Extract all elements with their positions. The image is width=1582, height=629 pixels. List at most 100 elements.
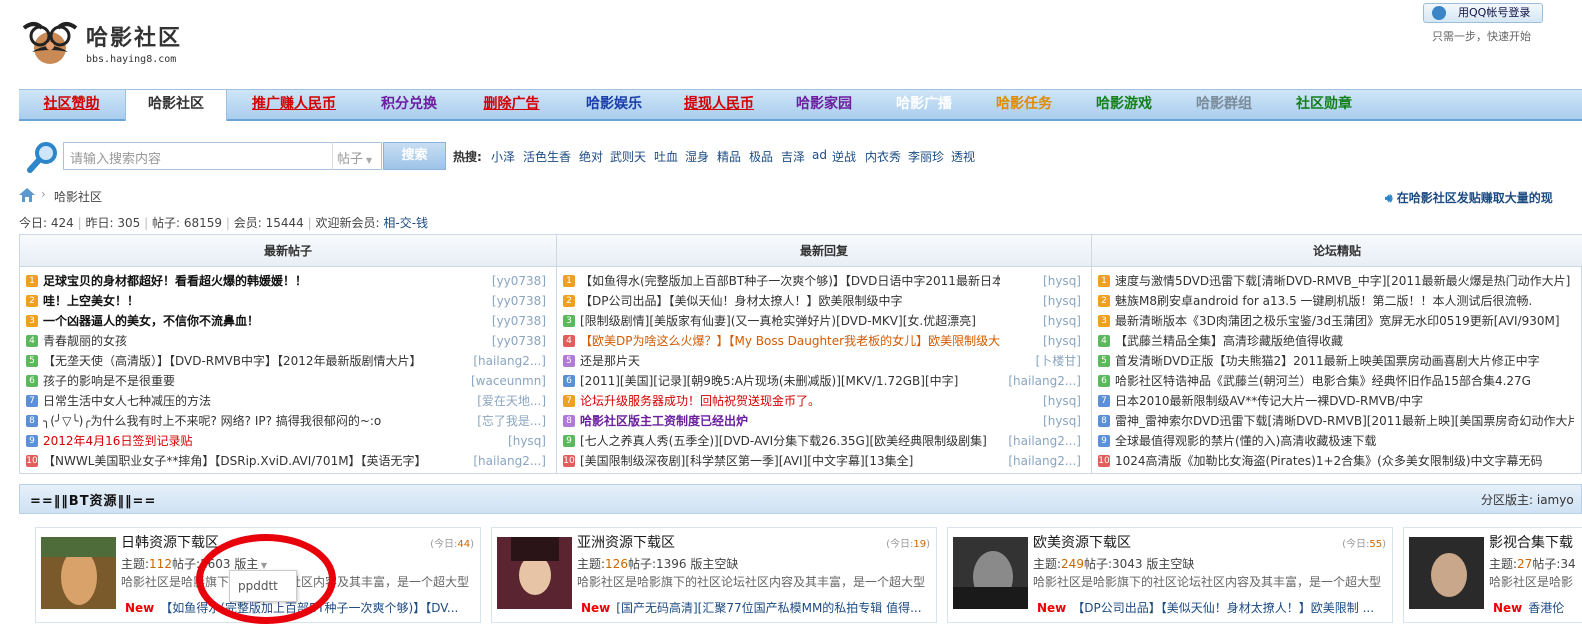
hot-search-link[interactable]: 小泽 (491, 148, 515, 165)
thread-title[interactable]: 最新清晰版本《3D肉蒲团之极乐宝鉴/3d玉蒲团》宽屏无水印0519更新[AVI/… (1115, 311, 1574, 331)
thread-title[interactable]: 日本2010最新限制级AV**传记大片一裸DVD-RMVB/中字 (1115, 391, 1574, 411)
thread-author[interactable]: [忘了我是...] (477, 411, 546, 431)
thread-title[interactable]: 全球最值得观影的禁片(懂的入)高清收藏极速下载 (1115, 431, 1574, 451)
nav-item-broadcast[interactable]: 哈影广播 (874, 90, 974, 120)
search-type-select[interactable]: 帖子 ▼ (332, 142, 382, 170)
hot-search-link[interactable]: 绝对 (579, 148, 603, 165)
forum-thumbnail[interactable] (41, 537, 116, 609)
qq-login-button[interactable]: 用QQ帐号登录 (1423, 3, 1543, 23)
thread-author[interactable]: [hysq] (508, 431, 546, 451)
thread-title[interactable]: 【欧美DP为啥这么火爆？】【My Boss Daughter我老板的女儿】欧美限… (580, 331, 1000, 351)
forum-name[interactable]: 影视合集下载 (1489, 532, 1573, 552)
thread-row[interactable]: 2 魅族M8刷安卓android for a13.5 一键刷机版！第二版！！本人测… (1098, 291, 1578, 311)
forum-latest-thread[interactable]: New 香港伦 (1493, 599, 1579, 616)
thread-row[interactable]: 7 日常生活中女人七种减压的方法 [爱在天地...] (26, 391, 550, 411)
hot-search-link[interactable]: 活色生香 (523, 148, 571, 165)
hot-search-link[interactable]: 逆战 (832, 148, 856, 165)
thread-row[interactable]: 9 2012年4月16日签到记录贴 [hysq] (26, 431, 550, 451)
site-logo[interactable]: 哈影社区 bbs.haying8.com (20, 14, 195, 70)
nav-item-home[interactable]: 哈影社区 (125, 89, 227, 121)
hot-search-link[interactable]: 吉泽 (781, 148, 805, 165)
thread-author[interactable]: [yy0738] (492, 271, 546, 291)
thread-row[interactable]: 8 ╮(╯▽╰)╭为什么我有时上不来呢? 网络? IP? 搞得我很郁闷的~:o [忘… (26, 411, 550, 431)
hot-search-link[interactable]: 精品 (717, 148, 741, 165)
thread-author[interactable]: [hysq] (1043, 291, 1081, 311)
hot-search-link[interactable]: 吐血 (654, 148, 678, 165)
thread-author[interactable]: [爱在天地...] (477, 391, 546, 411)
hot-search-link[interactable]: 透视 (951, 148, 975, 165)
nav-item-games[interactable]: 哈影游戏 (1074, 90, 1174, 120)
nav-item-points[interactable]: 积分兑换 (359, 90, 459, 120)
thread-title[interactable]: 【无垄天使（高清版）】【DVD-RMVB中字】【2012年最新版剧情大片】 (43, 351, 465, 371)
thread-title[interactable]: 首发清晰DVD正版【功夫熊猫2】2011最新上映美国票房动画喜剧大片修正中字 (1115, 351, 1574, 371)
thread-row[interactable]: 3 最新清晰版本《3D肉蒲团之极乐宝鉴/3d玉蒲团》宽屏无水印0519更新[AVI… (1098, 311, 1578, 331)
thread-author[interactable]: [卜楼甘] (1036, 351, 1081, 371)
search-input[interactable]: 请输入搜索内容 (63, 142, 333, 170)
thread-title[interactable]: 足球宝贝的身材都超好！看看超火爆的韩媛媛！！ (43, 271, 465, 291)
thread-author[interactable]: [hailang2...] (473, 451, 546, 471)
forum-latest-thread[interactable]: New [国产无码高清][汇聚77位国产私模MM的私拍专辑 值得... (581, 599, 931, 616)
thread-title[interactable]: 青春靓丽的女孩 (43, 331, 465, 351)
thread-row[interactable]: 6 哈影社区特诰神品《武藤兰(朝河兰）电影合集》经典怀旧作品15部合集4.27G (1098, 371, 1578, 391)
thread-title[interactable]: 孩子的影响是不是很重要 (43, 371, 465, 391)
thread-title[interactable]: ╮(╯▽╰)╭为什么我有时上不来呢? 网络? IP? 搞得我很郁闷的~:o (43, 411, 465, 431)
nav-item-medals[interactable]: 社区勋章 (1274, 90, 1374, 120)
thread-author[interactable]: [hailang2...] (473, 351, 546, 371)
thread-row[interactable]: 9 [七人之养真人秀(五季全)][DVD-AVI分集下载26.35G][欧美经典限… (563, 431, 1085, 451)
nav-item-promote[interactable]: 推广赚人民币 (229, 90, 359, 120)
hot-search-link[interactable]: 极品 (749, 148, 773, 165)
thread-row[interactable]: 2 哇！上空美女！！ [yy0738] (26, 291, 550, 311)
thread-row[interactable]: 1 足球宝贝的身材都超好！看看超火爆的韩媛媛！！ [yy0738] (26, 271, 550, 291)
thread-author[interactable]: [yy0738] (492, 311, 546, 331)
thread-title[interactable]: 魅族M8刷安卓android for a13.5 一键刷机版！第二版！！本人测试… (1115, 291, 1574, 311)
thread-row[interactable]: 7 日本2010最新限制级AV**传记大片一裸DVD-RMVB/中字 (1098, 391, 1578, 411)
forum-thumbnail[interactable] (1409, 537, 1484, 609)
thread-row[interactable]: 8 哈影社区版主工资制度已经出炉 [hysq] (563, 411, 1085, 431)
thread-row[interactable]: 1 速度与激情5DVD迅雷下载[清晰DVD-RMVB_中字][2011最新最火爆是… (1098, 271, 1578, 291)
thread-row[interactable]: 8 雷神_雷神索尔DVD迅雷下载[清晰DVD-RMVB][2011最新上映][美国… (1098, 411, 1578, 431)
thread-row[interactable]: 4 【武藤兰精品全集】高清珍藏版绝值得收藏 (1098, 331, 1578, 351)
forum-card[interactable]: 欧美资源下载区 (今日:55) 主题:249帖子:3043 版主空缺 哈影社区是… (947, 527, 1393, 623)
thread-title[interactable]: [2011][美国][记录][朝9晚5:A片现场(未删减版)][MKV/1.72… (580, 371, 1000, 391)
thread-row[interactable]: 1 【如鱼得水(完整版加上百部BT种子一次爽个够)】【DVD日语中字2011最新日… (563, 271, 1085, 291)
thread-title[interactable]: 速度与激情5DVD迅雷下载[清晰DVD-RMVB_中字][2011最新最火爆是热… (1115, 271, 1574, 291)
thread-title[interactable]: 还是那片天 (580, 351, 1000, 371)
thread-row[interactable]: 7 论坛升级服务器成功！回帖祝贺送现金币了。 [hysq] (563, 391, 1085, 411)
forum-thumbnail[interactable] (497, 537, 572, 609)
thread-author[interactable]: [hysq] (1043, 411, 1081, 431)
forum-thumbnail[interactable] (953, 537, 1028, 609)
thread-author[interactable]: [hysq] (1043, 391, 1081, 411)
thread-row[interactable]: 4 青春靓丽的女孩 [yy0738] (26, 331, 550, 351)
thread-row[interactable]: 5 【无垄天使（高清版）】【DVD-RMVB中字】【2012年最新版剧情大片】 [h… (26, 351, 550, 371)
new-member-link[interactable]: 相-交-钱 (383, 216, 428, 230)
thread-title[interactable]: 【如鱼得水(完整版加上百部BT种子一次爽个够)】【DVD日语中字2011最新日本… (580, 271, 1000, 291)
hot-search-link[interactable]: 武则天 (610, 148, 646, 165)
forum-name[interactable]: 欧美资源下载区 (1033, 532, 1131, 552)
forum-card[interactable]: 影视合集下载 主题:27帖子:34 哈影社区是哈影 New 香港伦 (1403, 527, 1582, 623)
forum-name[interactable]: 日韩资源下载区 (121, 532, 219, 552)
hot-search-link[interactable]: 湿身 (685, 148, 709, 165)
thread-author[interactable]: [hailang2...] (1008, 451, 1081, 471)
thread-author[interactable]: [hysq] (1043, 311, 1081, 331)
thread-title[interactable]: [限制级剧情][美版家有仙妻](又一真枪实弹好片)[DVD-MKV][女.优超漂… (580, 311, 1000, 331)
thread-title[interactable]: 论坛升级服务器成功！回帖祝贺送现金币了。 (580, 391, 1000, 411)
home-icon[interactable] (19, 188, 35, 202)
search-button[interactable]: 搜索 (383, 142, 446, 170)
thread-row[interactable]: 10 【NWWL美国职业女子**摔角】【DSRip.XviD.AVI/701M】【… (26, 451, 550, 471)
announcement[interactable]: 🔊︎ 在哈影社区发贴赚取大量的现 (1385, 189, 1553, 206)
thread-title[interactable]: 哈影社区特诰神品《武藤兰(朝河兰）电影合集》经典怀旧作品15部合集4.27G (1115, 371, 1574, 391)
thread-title[interactable]: 一个凶器逼人的美女，不信你不流鼻血！ (43, 311, 465, 331)
thread-row[interactable]: 3 [限制级剧情][美版家有仙妻](又一真枪实弹好片)[DVD-MKV][女.优超… (563, 311, 1085, 331)
thread-row[interactable]: 9 全球最值得观影的禁片(懂的入)高清收藏极速下载 (1098, 431, 1578, 451)
thread-row[interactable]: 2 【DP公司出品】【美似天仙！身材太撩人！】欧美限制级中字 [hysq] (563, 291, 1085, 311)
nav-item-remove-ads[interactable]: 删除广告 (459, 90, 564, 120)
bt-section-title[interactable]: ==‖‖BT资源‖‖== (30, 490, 156, 509)
thread-row[interactable]: 5 还是那片天 [卜楼甘] (563, 351, 1085, 371)
nav-item-sponsor[interactable]: 社区赞助 (19, 90, 124, 120)
thread-title[interactable]: 哇！上空美女！！ (43, 291, 465, 311)
hot-search-link[interactable]: ad (812, 148, 827, 162)
thread-title[interactable]: [美国限制级深夜剧][科学禁区第一季][AVI][中文字幕][13集全] (580, 451, 1000, 471)
thread-row[interactable]: 3 一个凶器逼人的美女，不信你不流鼻血！ [yy0738] (26, 311, 550, 331)
thread-author[interactable]: [waceunmn] (471, 371, 546, 391)
nav-item-entertainment[interactable]: 哈影娱乐 (564, 90, 664, 120)
